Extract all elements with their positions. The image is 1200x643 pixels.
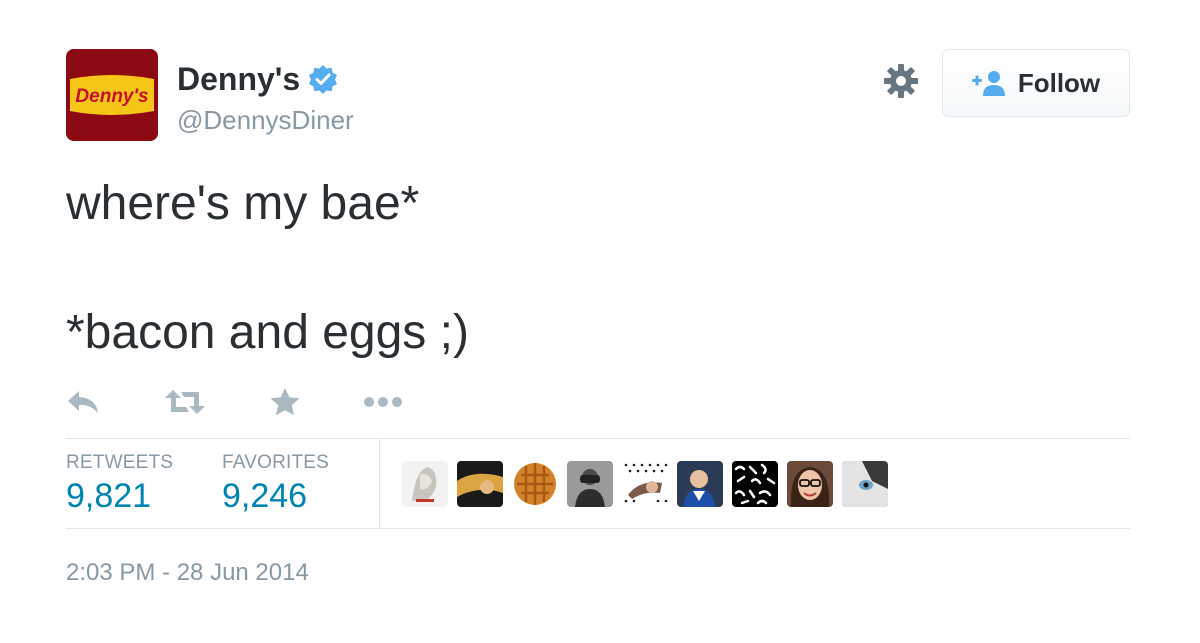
favoriter-avatar-6[interactable] (677, 461, 723, 507)
retweets-count: 9,821 (66, 477, 152, 515)
reply-icon[interactable] (66, 384, 102, 420)
tweet-text-line-1: where's my bae* (66, 177, 420, 230)
avatar-logo-text: Denny's (75, 86, 148, 107)
favoriters-list (402, 461, 897, 507)
favorites-stat[interactable]: FAVORITES 9,246 (222, 452, 329, 518)
name-row: Denny's (177, 60, 338, 98)
tweet-timestamp[interactable]: 2:03 PM - 28 Jun 2014 (66, 558, 309, 588)
tweet-card: Denny's Denny's @DennysDiner Follow wher… (0, 0, 1200, 643)
gear-icon[interactable] (883, 63, 919, 99)
favoriter-avatar-9[interactable] (842, 461, 888, 507)
retweets-label: RETWEETS (66, 452, 174, 473)
divider-top (66, 438, 1130, 439)
account-handle[interactable]: @DennysDiner (177, 104, 354, 136)
divider-bottom (66, 528, 1130, 529)
star-icon[interactable] (269, 384, 303, 420)
more-icon[interactable] (363, 384, 403, 420)
favoriter-avatar-5[interactable] (622, 461, 668, 507)
follow-label: Follow (1017, 67, 1101, 98)
verified-badge-icon (308, 64, 338, 94)
dennys-logo: Denny's (66, 49, 158, 141)
retweets-stat[interactable]: RETWEETS 9,821 (66, 452, 173, 518)
profile-avatar[interactable]: Denny's (66, 49, 158, 141)
favoriter-avatar-8[interactable] (787, 461, 833, 507)
favoriter-avatar-3[interactable] (512, 461, 558, 507)
stats-separator (379, 438, 380, 528)
follow-button[interactable]: Follow (942, 49, 1130, 117)
favorites-label: FAVORITES (222, 452, 330, 473)
favoriter-avatar-1[interactable] (402, 461, 448, 507)
display-name[interactable]: Denny's (177, 60, 300, 98)
favoriter-avatar-2[interactable] (457, 461, 503, 507)
favoriter-avatar-7[interactable] (732, 461, 778, 507)
tweet-text-line-2: *bacon and eggs ;) (66, 306, 469, 359)
favoriter-avatar-4[interactable] (567, 461, 613, 507)
retweet-icon[interactable] (164, 384, 206, 420)
add-user-icon (971, 70, 1006, 96)
favorites-count: 9,246 (222, 477, 308, 515)
